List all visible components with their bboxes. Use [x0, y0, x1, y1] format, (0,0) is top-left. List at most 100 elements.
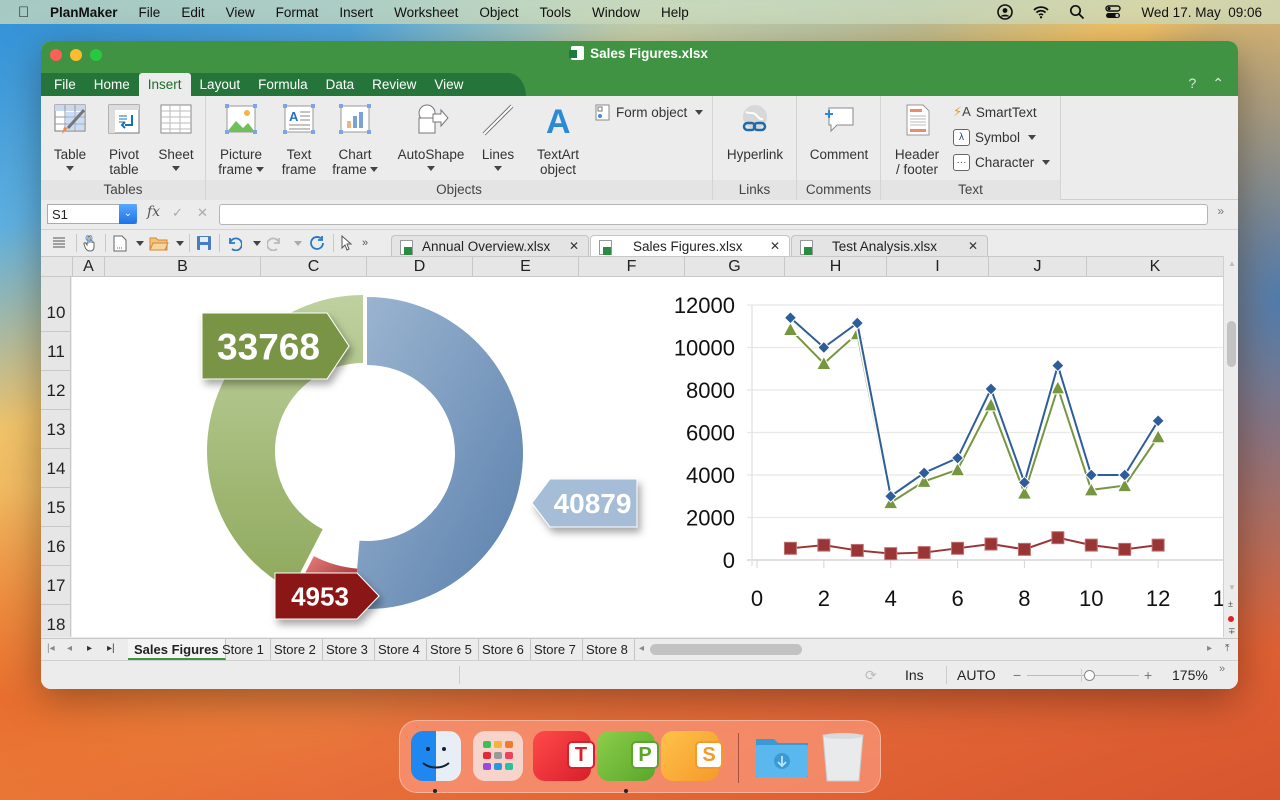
worksheet-area[interactable]: 40879 4953 33768 0 2000 4000 6000 8000 10000 120… [72, 277, 1223, 637]
browse-object-icon[interactable] [1228, 616, 1234, 622]
close-tab-icon[interactable]: ✕ [968, 239, 978, 253]
new-dropdown-icon[interactable] [133, 234, 144, 252]
sheet-tab-store-7[interactable]: Store 7 [528, 639, 583, 660]
new-document-icon[interactable] [111, 234, 129, 252]
row-header-17[interactable]: 17 [41, 566, 71, 605]
column-header-d[interactable]: D [366, 257, 472, 277]
redo-dropdown-icon[interactable] [291, 234, 302, 252]
close-tab-icon[interactable]: ✕ [569, 239, 579, 253]
tab-formula[interactable]: Formula [249, 73, 317, 96]
next-sheet-icon[interactable]: ▸ [87, 643, 92, 654]
control-center-icon[interactable] [1105, 4, 1122, 20]
select-all-corner[interactable] [41, 257, 72, 277]
split-window-icon[interactable]: ⤒ [1225, 643, 1229, 654]
column-header-g[interactable]: G [684, 257, 784, 277]
undo-dropdown-icon[interactable] [250, 234, 261, 252]
collapse-ribbon-button[interactable]: ⌃ [1212, 75, 1224, 92]
toolbar-more-icon[interactable]: » [359, 234, 371, 252]
next-page-icon[interactable]: ∓ [1228, 626, 1236, 637]
menu-file[interactable]: File [139, 5, 161, 20]
series-line-square[interactable] [790, 536, 1159, 555]
data-point-square[interactable] [817, 538, 831, 552]
table-button[interactable]: Table [49, 102, 91, 171]
open-dropdown-icon[interactable] [173, 234, 184, 252]
sheet-tab-store-5[interactable]: Store 5 [424, 639, 479, 660]
row-header-15[interactable]: 15 [41, 488, 71, 527]
vertical-scroll-thumb[interactable] [1227, 321, 1236, 367]
dock-textmaker-icon[interactable]: T [533, 731, 595, 781]
sheet-tab-store-2[interactable]: Store 2 [268, 639, 323, 660]
tab-home[interactable]: Home [85, 73, 139, 96]
menu-tools[interactable]: Tools [539, 5, 571, 20]
sheet-tab-store-1[interactable]: Store 1 [216, 639, 271, 660]
column-header-c[interactable]: C [260, 257, 366, 277]
tab-view[interactable]: View [425, 73, 472, 96]
autoshape-button[interactable]: AutoShape [396, 102, 466, 171]
scroll-right-icon[interactable]: ▸ [1207, 643, 1212, 654]
dock-launchpad-icon[interactable] [473, 731, 523, 781]
menu-help[interactable]: Help [661, 5, 689, 20]
sheet-tab-sales-figures[interactable]: Sales Figures [128, 639, 226, 660]
undo-icon[interactable] [225, 234, 243, 252]
column-header-f[interactable]: F [578, 257, 684, 277]
column-header-e[interactable]: E [472, 257, 578, 277]
header-footer-button[interactable]: Header / footer [889, 102, 945, 177]
status-more-icon[interactable]: » [1219, 663, 1225, 675]
data-point-square[interactable] [850, 543, 864, 557]
tab-review[interactable]: Review [363, 73, 425, 96]
data-point-square[interactable] [1084, 538, 1098, 552]
doc-tab-sales-figures[interactable]: Sales Figures.xlsx ✕ [590, 235, 790, 258]
scroll-left-icon[interactable]: ◂ [639, 643, 644, 654]
horizontal-scroll-thumb[interactable] [650, 644, 802, 655]
formula-input[interactable] [219, 204, 1208, 225]
scroll-down-icon[interactable]: ▼ [1228, 583, 1236, 592]
insert-mode[interactable]: Ins [905, 667, 924, 683]
dock-presentations-icon[interactable]: S [661, 731, 723, 781]
last-sheet-icon[interactable]: ▸| [107, 643, 115, 654]
row-header-16[interactable]: 16 [41, 527, 71, 566]
chevron-down-icon[interactable]: ⌄ [119, 204, 137, 224]
column-header-j[interactable]: J [988, 257, 1086, 277]
select-pointer-icon[interactable] [339, 234, 355, 252]
sidebar-menu-icon[interactable] [51, 234, 67, 252]
function-icon[interactable]: fx [147, 204, 160, 220]
row-header-14[interactable]: 14 [41, 449, 71, 488]
cell-reference-box[interactable]: S1 ⌄ [47, 204, 137, 224]
tab-insert[interactable]: Insert [138, 73, 191, 96]
data-point-square[interactable] [917, 546, 931, 560]
zoom-slider-knob[interactable] [1083, 670, 1095, 681]
cancel-formula-icon[interactable]: ✕ [197, 205, 208, 221]
more-chevron-icon[interactable]: » [1217, 204, 1224, 218]
data-point-square[interactable] [984, 537, 998, 551]
zoom-level[interactable]: 175% [1172, 667, 1208, 683]
column-header-b[interactable]: B [104, 257, 260, 277]
sheet-tab-store-8[interactable]: Store 8 [580, 639, 635, 660]
comment-button[interactable]: Comment [805, 102, 873, 162]
accept-formula-icon[interactable]: ✓ [172, 205, 183, 221]
close-tab-icon[interactable]: ✕ [770, 239, 780, 253]
data-point-diamond[interactable] [1051, 358, 1065, 373]
sheet-button[interactable]: Sheet [155, 102, 197, 171]
row-header-13[interactable]: 13 [41, 410, 71, 449]
zoom-in-button[interactable]: + [1144, 667, 1152, 683]
menu-edit[interactable]: Edit [181, 5, 204, 20]
picture-frame-button[interactable]: Picture frame [216, 102, 266, 177]
data-point-square[interactable] [884, 547, 898, 561]
data-point-square[interactable] [783, 541, 797, 555]
data-point-square[interactable] [1118, 542, 1132, 556]
data-point-square[interactable] [1017, 542, 1031, 556]
column-header-k[interactable]: K [1086, 257, 1223, 277]
vertical-scrollbar[interactable]: ▲ ▼ ± ∓ [1223, 256, 1238, 637]
help-button[interactable]: ? [1188, 75, 1196, 92]
redo-icon[interactable] [266, 234, 284, 252]
row-header-12[interactable]: 12 [41, 371, 71, 410]
hand-tool-icon[interactable] [81, 234, 99, 252]
column-header-i[interactable]: I [886, 257, 988, 277]
chart-frame-button[interactable]: Chart frame [330, 102, 380, 177]
dock-planmaker-icon[interactable]: P [597, 731, 659, 781]
doc-tab-test-analysis[interactable]: Test Analysis.xlsx ✕ [791, 235, 988, 257]
zoom-out-button[interactable]: − [1013, 667, 1021, 683]
line-chart[interactable]: 0 2000 4000 6000 8000 10000 12000 0 2 4 6 8 10 12 14 [672, 277, 1223, 637]
doughnut-slice-blue[interactable] [353, 297, 523, 609]
sheet-tab-store-4[interactable]: Store 4 [372, 639, 427, 660]
